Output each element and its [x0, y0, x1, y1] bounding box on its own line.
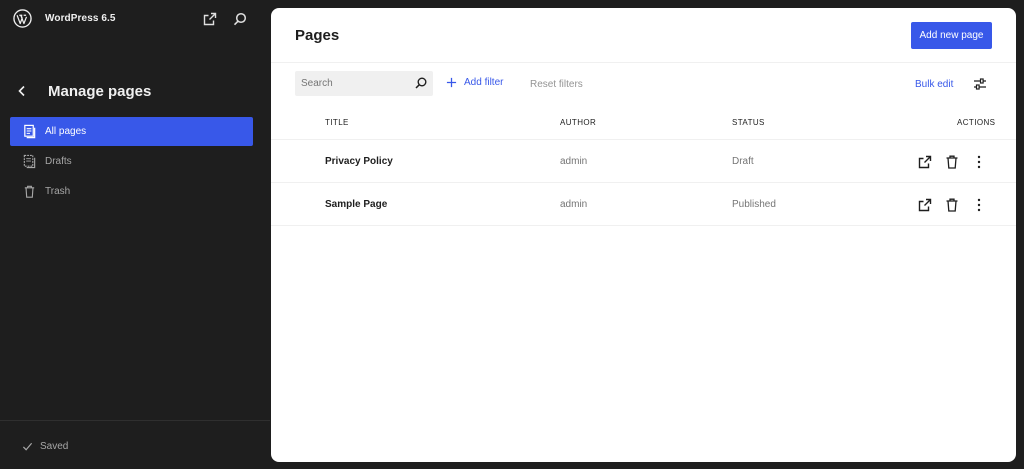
add-filter-button[interactable]: Add filter [446, 77, 503, 88]
plus-icon [446, 77, 457, 88]
search-icon[interactable] [232, 11, 248, 27]
view-options-icon[interactable] [971, 75, 989, 93]
add-new-page-button[interactable]: Add new page [911, 22, 992, 49]
table-row: Privacy Policy admin Draft [271, 140, 1016, 183]
row-actions [916, 196, 996, 214]
sidebar-item-label: Trash [45, 186, 71, 197]
search-input[interactable] [295, 71, 410, 96]
page-author: admin [560, 199, 588, 210]
sidebar-item-drafts[interactable]: Drafts [10, 147, 253, 176]
more-vertical-icon[interactable] [970, 196, 988, 214]
view-external-icon[interactable] [916, 153, 934, 171]
trash-icon[interactable] [943, 153, 961, 171]
checkmark-icon [22, 442, 33, 451]
page-title-link[interactable]: Privacy Policy [325, 156, 393, 167]
sidebar-item-label: All pages [45, 126, 87, 137]
sidebar-nav: All pages Drafts Trash [10, 117, 253, 207]
sidebar-footer: Saved [0, 420, 270, 469]
column-header-status[interactable]: STATUS [732, 118, 765, 127]
bulk-edit-button[interactable]: Bulk edit [915, 79, 953, 90]
sidebar: WordPress 6.5 Manage pages All pages Dra… [0, 0, 270, 469]
trash-icon[interactable] [943, 196, 961, 214]
page-status: Published [732, 199, 776, 210]
search-icon[interactable] [414, 76, 428, 90]
sidebar-heading: Manage pages [48, 83, 152, 100]
search-box [295, 71, 433, 96]
site-title[interactable]: WordPress 6.5 [45, 13, 116, 24]
pages-table: TITLE AUTHOR STATUS ACTIONS Privacy Poli… [271, 108, 1016, 226]
more-vertical-icon[interactable] [970, 153, 988, 171]
wordpress-logo-icon[interactable] [13, 9, 32, 28]
main-header: Pages Add new page [271, 8, 1016, 63]
reset-filters-button[interactable]: Reset filters [530, 79, 583, 90]
trash-icon [24, 185, 35, 198]
add-filter-label: Add filter [464, 77, 504, 88]
sidebar-item-label: Drafts [45, 156, 72, 167]
table-header: TITLE AUTHOR STATUS ACTIONS [271, 108, 1016, 140]
main-panel: Pages Add new page Add filter Reset filt… [271, 8, 1016, 462]
view-site-external-icon[interactable] [202, 11, 218, 27]
chevron-left-icon[interactable] [15, 83, 29, 99]
sidebar-item-trash[interactable]: Trash [10, 177, 253, 206]
page-title: Pages [295, 27, 340, 44]
save-status-label: Saved [40, 441, 69, 452]
column-header-actions: ACTIONS [957, 118, 996, 127]
save-status: Saved [22, 441, 68, 452]
filters-toolbar: Add filter Reset filters Bulk edit [271, 63, 1016, 108]
page-title-link[interactable]: Sample Page [325, 199, 387, 210]
page-status: Draft [732, 156, 754, 167]
sidebar-item-all-pages[interactable]: All pages [10, 117, 253, 146]
page-author: admin [560, 156, 588, 167]
drafts-icon [23, 154, 36, 169]
table-row: Sample Page admin Published [271, 183, 1016, 226]
row-actions [916, 153, 996, 171]
pages-icon [24, 124, 36, 139]
sidebar-topbar: WordPress 6.5 [0, 0, 270, 38]
column-header-title[interactable]: TITLE [325, 118, 349, 127]
column-header-author[interactable]: AUTHOR [560, 118, 596, 127]
view-external-icon[interactable] [916, 196, 934, 214]
